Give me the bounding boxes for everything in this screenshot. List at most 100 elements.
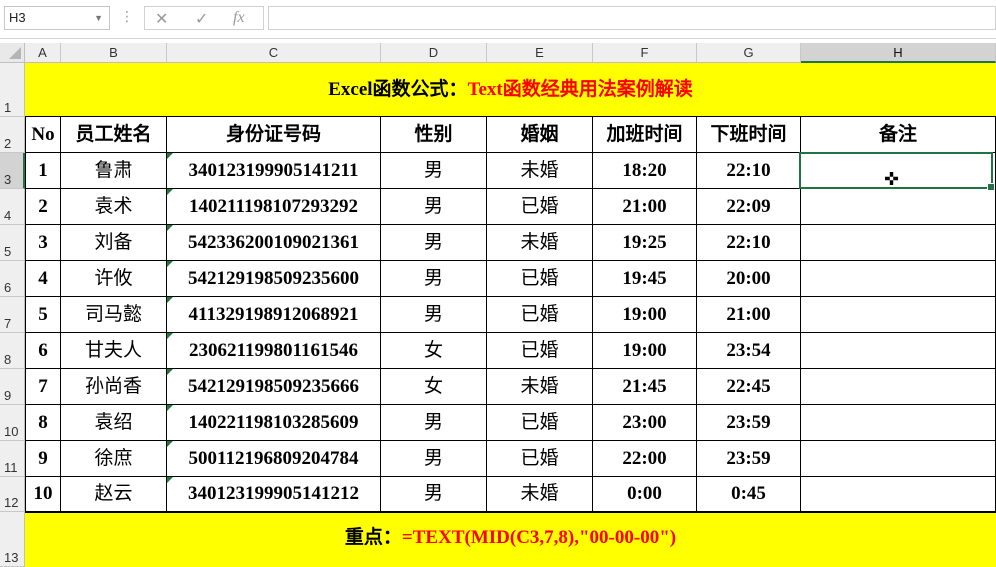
data-cell[interactable]: 9 [25,441,61,477]
data-cell[interactable]: 未婚 [487,477,593,512]
row-header-9[interactable]: 9 [0,369,25,405]
data-cell[interactable]: 23:00 [593,405,697,441]
row-header-6[interactable]: 6 [0,261,25,297]
header-cell[interactable]: 下班时间 [697,117,801,153]
column-header-d[interactable]: D [381,43,487,63]
data-cell[interactable]: 司马懿 [61,297,167,333]
data-cell[interactable]: 袁绍 [61,405,167,441]
data-cell[interactable]: 4 [25,261,61,297]
data-cell[interactable]: 23:59 [697,405,801,441]
data-cell[interactable]: 5 [25,297,61,333]
header-cell[interactable]: 备注 [801,117,996,153]
header-cell[interactable]: 员工姓名 [61,117,167,153]
column-header-c[interactable]: C [167,43,381,63]
data-cell[interactable] [801,225,996,261]
data-cell[interactable]: 已婚 [487,405,593,441]
row-header-3[interactable]: 3 [0,153,25,189]
data-cell[interactable]: 0:00 [593,477,697,512]
data-cell[interactable]: 21:45 [593,369,697,405]
data-cell[interactable]: 刘备 [61,225,167,261]
column-header-h[interactable]: H [801,43,996,63]
data-cell[interactable] [801,405,996,441]
data-cell[interactable]: 340123199905141211 [167,153,381,189]
row-header-4[interactable]: 4 [0,189,25,225]
data-cell[interactable]: 340123199905141212 [167,477,381,512]
data-cell[interactable]: 已婚 [487,189,593,225]
chevron-down-icon[interactable]: ▼ [94,7,103,29]
header-cell[interactable]: 加班时间 [593,117,697,153]
data-cell[interactable]: 未婚 [487,369,593,405]
name-box[interactable]: H3 ▼ [4,6,110,30]
data-cell[interactable]: 140221198103285609 [167,405,381,441]
data-cell[interactable]: 男 [381,225,487,261]
data-cell[interactable]: 男 [381,477,487,512]
data-cell[interactable]: 500112196809204784 [167,441,381,477]
data-cell[interactable]: 1 [25,153,61,189]
data-cell[interactable] [801,261,996,297]
title-row[interactable]: Excel函数公式：Text函数经典用法案例解读 [25,63,996,117]
data-cell[interactable]: 未婚 [487,153,593,189]
data-cell[interactable]: 袁术 [61,189,167,225]
data-cell[interactable]: 男 [381,441,487,477]
data-cell[interactable]: 22:09 [697,189,801,225]
data-cell[interactable]: 女 [381,369,487,405]
column-header-g[interactable]: G [697,43,801,63]
data-cell[interactable] [801,297,996,333]
data-cell[interactable]: 男 [381,153,487,189]
data-cell[interactable]: 8 [25,405,61,441]
data-cell[interactable] [801,369,996,405]
row-header-10[interactable]: 10 [0,405,25,441]
header-cell[interactable]: 婚姻 [487,117,593,153]
data-cell[interactable]: 已婚 [487,297,593,333]
data-cell[interactable]: 已婚 [487,441,593,477]
row-header-7[interactable]: 7 [0,297,25,333]
data-cell[interactable]: 鲁肃 [61,153,167,189]
header-cell[interactable]: 身份证号码 [167,117,381,153]
cancel-icon[interactable]: ✕ [155,9,168,29]
data-cell[interactable]: 21:00 [697,297,801,333]
row-header-11[interactable]: 11 [0,441,25,477]
row-header-5[interactable]: 5 [0,225,25,261]
column-header-f[interactable]: F [593,43,697,63]
column-header-a[interactable]: A [25,43,61,63]
data-cell[interactable]: 徐庶 [61,441,167,477]
function-icon[interactable]: fx [233,9,245,27]
data-cell[interactable]: 18:20 [593,153,697,189]
row-header-2[interactable]: 2 [0,117,25,153]
check-icon[interactable]: ✓ [195,9,208,29]
data-cell[interactable]: 男 [381,189,487,225]
data-cell[interactable]: 19:25 [593,225,697,261]
data-cell[interactable]: 未婚 [487,225,593,261]
data-cell[interactable]: 542129198509235666 [167,369,381,405]
select-all-button[interactable] [0,43,25,63]
data-cell[interactable]: 已婚 [487,333,593,369]
data-cell[interactable] [801,189,996,225]
data-cell[interactable]: 孙尚香 [61,369,167,405]
data-cell[interactable]: 女 [381,333,487,369]
data-cell[interactable]: 6 [25,333,61,369]
header-cell[interactable]: 性别 [381,117,487,153]
data-cell[interactable]: 22:10 [697,153,801,189]
data-cell[interactable]: 已婚 [487,261,593,297]
data-cell[interactable]: 19:00 [593,297,697,333]
column-header-e[interactable]: E [487,43,593,63]
data-cell[interactable]: 甘夫人 [61,333,167,369]
data-cell[interactable]: 3 [25,225,61,261]
data-cell[interactable] [801,441,996,477]
data-cell[interactable]: 140211198107293292 [167,189,381,225]
data-cell[interactable]: 19:45 [593,261,697,297]
data-cell[interactable]: 男 [381,405,487,441]
data-cell[interactable]: 23:54 [697,333,801,369]
data-cell[interactable]: 542336200109021361 [167,225,381,261]
data-cell[interactable]: 0:45 [697,477,801,512]
data-cell[interactable]: 许攸 [61,261,167,297]
data-cell[interactable]: 赵云 [61,477,167,512]
footer-row[interactable]: 重点：=TEXT(MID(C3,7,8),"00-00-00") [25,512,996,567]
data-cell[interactable]: 23:59 [697,441,801,477]
data-cell[interactable]: 411329198912068921 [167,297,381,333]
data-cell[interactable] [801,333,996,369]
data-cell[interactable]: 20:00 [697,261,801,297]
data-cell[interactable]: 7 [25,369,61,405]
data-cell[interactable]: 22:10 [697,225,801,261]
data-cell[interactable]: 22:00 [593,441,697,477]
